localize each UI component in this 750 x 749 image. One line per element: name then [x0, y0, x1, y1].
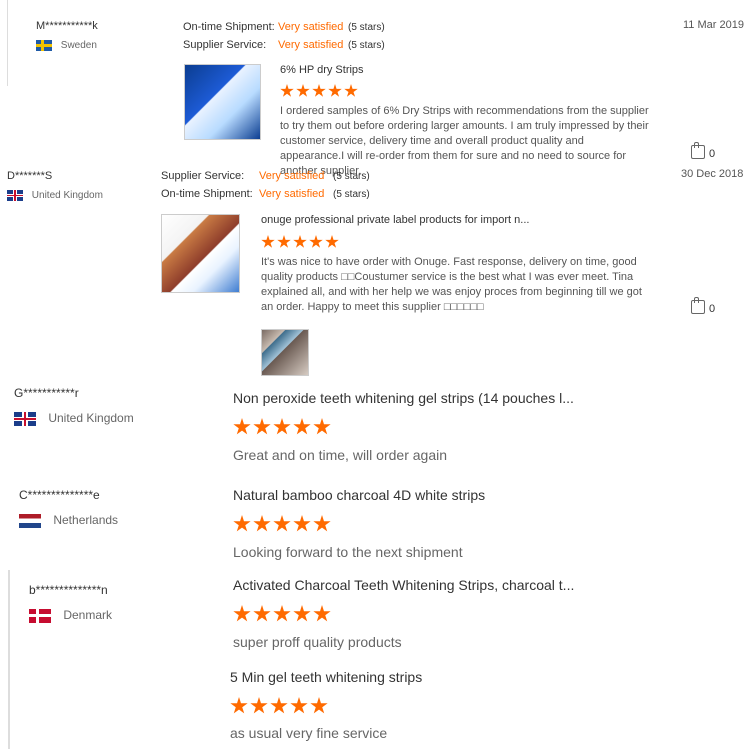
flag-denmark-icon — [29, 608, 51, 623]
rating-stars — [233, 418, 333, 441]
shipment-label: On-time Shipment: — [183, 21, 275, 33]
star-icon — [273, 605, 291, 622]
star-icon — [233, 605, 251, 622]
star-icon — [273, 515, 291, 532]
like-count: 0 — [709, 148, 716, 160]
flag-united-kingdom-icon — [14, 411, 36, 426]
star-icon — [312, 84, 326, 97]
thumb-up-icon — [691, 297, 705, 314]
review-photo[interactable] — [261, 329, 309, 376]
star-icon — [230, 697, 248, 714]
product-image[interactable] — [161, 214, 240, 293]
rating-stars — [230, 697, 330, 720]
star-icon — [233, 515, 251, 532]
star-icon — [310, 697, 328, 714]
star-icon — [293, 515, 311, 532]
reviewer-name: G***********r — [14, 386, 79, 400]
review-photo-thumbnail — [262, 330, 308, 375]
country-label: United Kingdom — [48, 411, 134, 425]
review-text: as usual very fine service — [230, 725, 388, 741]
like-count: 0 — [709, 303, 716, 315]
reviewer-name: C**************e — [19, 488, 100, 502]
star-icon — [277, 235, 291, 248]
service-value: Very satisfied — [259, 170, 325, 182]
star-icon — [290, 697, 308, 714]
review-text: It's was nice to have order with Onuge. … — [261, 256, 642, 313]
star-icon — [313, 418, 331, 435]
star-icon — [293, 605, 311, 622]
star-icon — [325, 235, 339, 248]
star-icon — [270, 697, 288, 714]
star-icon — [250, 697, 268, 714]
review-divider — [8, 570, 10, 749]
star-icon — [313, 605, 331, 622]
star-icon — [293, 418, 311, 435]
review-text: Looking forward to the next shipment — [233, 544, 463, 560]
star-icon — [293, 235, 307, 248]
star-icon — [253, 605, 271, 622]
rating-stars — [261, 235, 341, 254]
star-icon — [313, 515, 331, 532]
review-text: super proff quality products — [233, 634, 402, 650]
review-divider — [7, 0, 8, 86]
like-button[interactable]: 0 — [691, 142, 716, 160]
service-label: Supplier Service: — [183, 39, 267, 51]
product-image[interactable] — [184, 64, 261, 140]
flag-netherlands-icon — [19, 513, 41, 528]
reviewer-country: United Kingdom — [7, 190, 103, 201]
reviewer-name: M***********k — [36, 20, 98, 32]
like-button[interactable]: 0 — [691, 297, 716, 315]
country-label: Sweden — [60, 40, 97, 52]
star-icon — [253, 418, 271, 435]
shipment-label: On-time Shipment: — [161, 188, 253, 200]
review-text: I ordered samples of 6% Dry Strips with … — [280, 105, 649, 177]
review-text: Great and on time, will order again — [233, 447, 447, 463]
reviewer-country: Sweden — [36, 40, 97, 51]
country-label: United Kingdom — [31, 190, 103, 202]
product-image-thumbnail — [185, 65, 260, 139]
product-title[interactable]: onuge professional private label product… — [261, 214, 529, 226]
rating-stars — [233, 605, 333, 628]
service-value: Very satisfied — [278, 39, 344, 51]
product-title[interactable]: Non peroxide teeth whitening gel strips … — [233, 390, 574, 406]
reviewer-name: b**************n — [29, 583, 108, 597]
product-title[interactable]: Activated Charcoal Teeth Whitening Strip… — [233, 577, 574, 593]
thumb-up-icon — [691, 142, 705, 159]
service-stars-text: (5 stars) — [333, 171, 370, 182]
star-icon — [280, 84, 294, 97]
service-stars-text: (5 stars) — [348, 40, 385, 51]
reviewer-country: Denmark — [29, 608, 112, 623]
rating-stars — [233, 515, 333, 538]
star-icon — [328, 84, 342, 97]
country-label: Denmark — [63, 608, 113, 622]
flag-united-kingdom-icon — [7, 190, 23, 201]
product-title[interactable]: 5 Min gel teeth whitening strips — [230, 669, 422, 685]
shipment-stars-text: (5 stars) — [348, 22, 385, 33]
review-date: 11 Mar 2019 — [683, 19, 744, 31]
review-date: 30 Dec 2018 — [681, 168, 744, 180]
star-icon — [253, 515, 271, 532]
product-title[interactable]: Natural bamboo charcoal 4D white strips — [233, 487, 485, 503]
star-icon — [261, 235, 275, 248]
rating-stars — [280, 84, 360, 103]
star-icon — [233, 418, 251, 435]
product-image-thumbnail — [162, 215, 239, 292]
reviewer-country: Netherlands — [19, 513, 118, 528]
star-icon — [344, 84, 358, 97]
star-icon — [309, 235, 323, 248]
star-icon — [273, 418, 291, 435]
country-label: Netherlands — [53, 513, 119, 527]
shipment-value: Very satisfied — [278, 21, 344, 33]
reviewer-country: United Kingdom — [14, 411, 134, 426]
flag-sweden-icon — [36, 40, 52, 51]
service-label: Supplier Service: — [161, 170, 245, 182]
reviewer-name: D*******S — [7, 170, 53, 182]
star-icon — [296, 84, 310, 97]
product-title[interactable]: 6% HP dry Strips — [280, 64, 364, 76]
shipment-value: Very satisfied — [259, 188, 325, 200]
shipment-stars-text: (5 stars) — [333, 189, 370, 200]
